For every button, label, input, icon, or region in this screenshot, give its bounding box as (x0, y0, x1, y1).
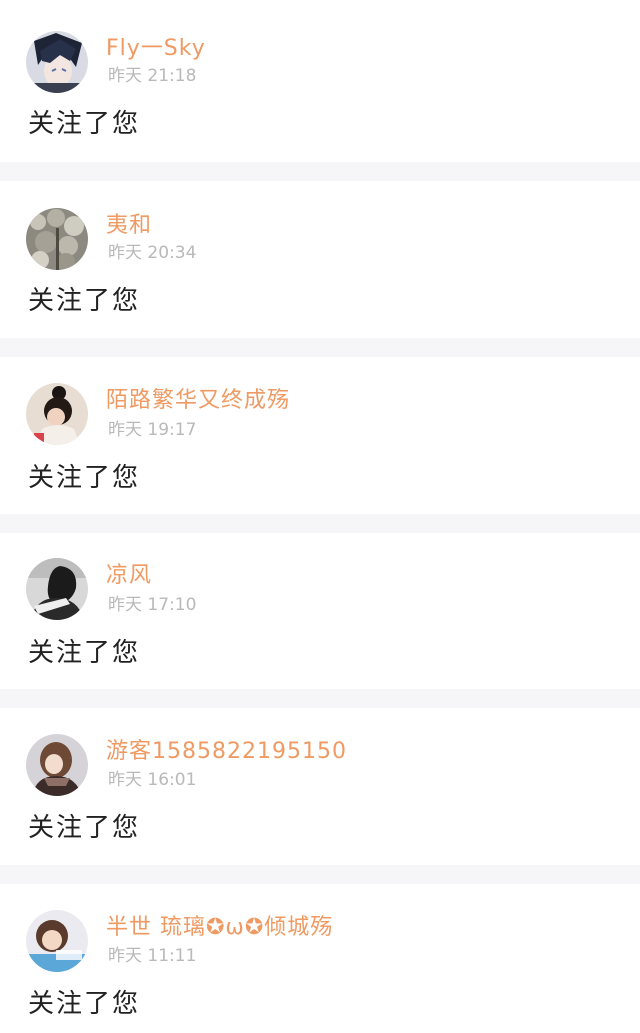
user-name[interactable]: 半世 琉璃✪ω✪倾城殇 (106, 915, 333, 941)
notification-card[interactable]: 凉风 昨天 17:10 关注了您 (0, 533, 640, 689)
anime-boy-avatar[interactable] (26, 31, 88, 93)
user-name[interactable]: 游客158582219515​0 (106, 739, 347, 765)
user-name[interactable]: Fly一Sky (106, 36, 206, 62)
notification-feed: Fly一Sky 昨天 21:18 关注了您 夷和 昨天 20:34 关注了您 陌… (0, 0, 640, 1033)
timestamp: 昨天 16:01 (108, 770, 197, 790)
action-text: 关注了您 (28, 109, 141, 139)
cherry-blossom-avatar[interactable] (26, 208, 88, 270)
timestamp: 昨天 19:17 (108, 420, 197, 440)
girl-scarf-avatar[interactable] (26, 734, 88, 796)
notification-card[interactable]: 夷和 昨天 20:34 关注了您 (0, 181, 640, 338)
timestamp: 昨天 11:11 (108, 946, 197, 966)
action-text: 关注了您 (28, 286, 141, 316)
user-name[interactable]: 陌路繁华又终成殇 (106, 388, 290, 414)
action-text: 关注了您 (28, 813, 141, 843)
girl-bun-avatar[interactable] (26, 383, 88, 445)
action-text: 关注了您 (28, 638, 141, 668)
girl-photo-avatar[interactable] (26, 910, 88, 972)
action-text: 关注了您 (28, 463, 141, 493)
timestamp: 昨天 21:18 (108, 66, 197, 86)
timestamp: 昨天 17:10 (108, 595, 197, 615)
bw-portrait-avatar[interactable] (26, 558, 88, 620)
notification-card[interactable]: 游客158582219515​0 昨天 16:01 关注了您 (0, 708, 640, 865)
notification-card[interactable]: Fly一Sky 昨天 21:18 关注了您 (0, 0, 640, 162)
timestamp: 昨天 20:34 (108, 243, 197, 263)
action-text: 关注了您 (28, 989, 141, 1019)
notification-card[interactable]: 半世 琉璃✪ω✪倾城殇 昨天 11:11 关注了您 (0, 884, 640, 1033)
user-name[interactable]: 凉风 (106, 563, 152, 589)
notification-card[interactable]: 陌路繁华又终成殇 昨天 19:17 关注了您 (0, 357, 640, 514)
user-name[interactable]: 夷和 (106, 213, 152, 239)
